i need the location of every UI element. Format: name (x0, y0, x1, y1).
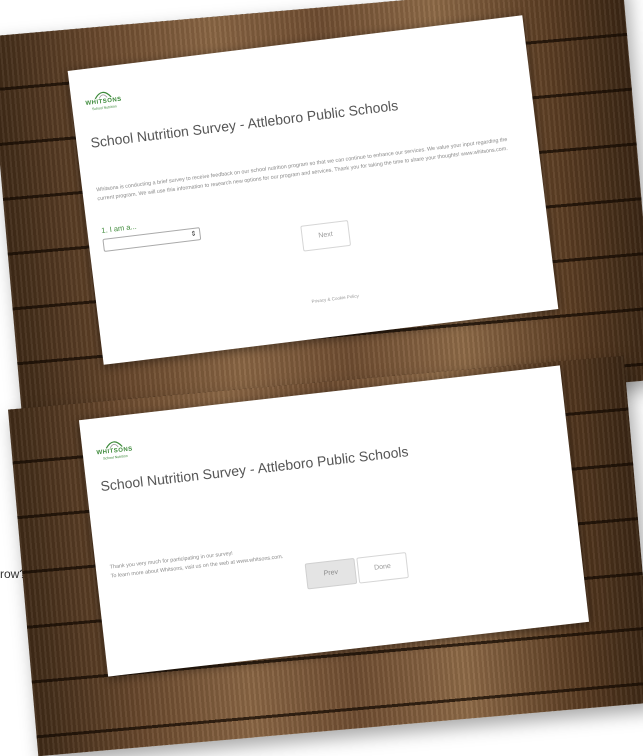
privacy-policy-link[interactable]: Privacy & Cookie Policy (311, 293, 359, 304)
done-button[interactable]: Done (356, 552, 409, 584)
question-label: 1. I am a... (100, 221, 138, 236)
next-button[interactable]: Next (300, 219, 352, 252)
survey-thank-you-screen: WHITSONS School Nutrition School Nutriti… (78, 365, 590, 677)
select-arrows-icon: ⇕ (190, 230, 197, 239)
survey-title: School Nutrition Survey - Attleboro Publ… (99, 443, 410, 495)
survey-intro-text: Whitsons is conducting a brief survey to… (96, 136, 509, 203)
survey-title: School Nutrition Survey - Attleboro Publ… (89, 97, 399, 151)
prev-button[interactable]: Prev (304, 557, 358, 590)
whitsons-logo: WHITSONS School Nutrition (82, 87, 124, 113)
whitsons-logo: WHITSONS School Nutrition (93, 436, 135, 461)
survey-question-screen: WHITSONS School Nutrition School Nutriti… (67, 15, 559, 365)
